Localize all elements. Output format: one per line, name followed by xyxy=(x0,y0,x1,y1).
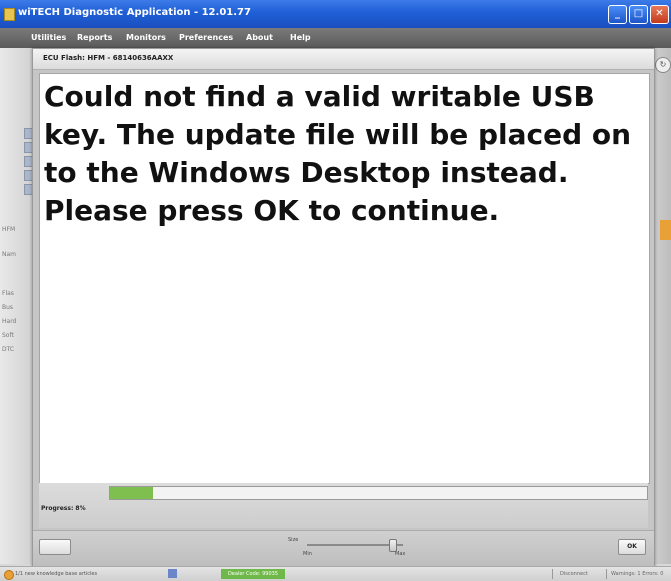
menu-bar: Utilities Reports Monitors Preferences A… xyxy=(0,28,671,48)
progress-fill xyxy=(110,487,153,499)
progress-area: Progress: 8% xyxy=(39,483,648,528)
window-title: wiTECH Diagnostic Application - 12.01.77 xyxy=(18,7,251,18)
menu-help[interactable]: Help xyxy=(290,33,311,42)
knowledge-base-icon xyxy=(4,570,14,580)
maximize-button[interactable]: □ xyxy=(629,5,648,24)
menu-preferences[interactable]: Preferences xyxy=(179,33,233,42)
minimize-button[interactable]: _ xyxy=(608,5,627,24)
progress-bar xyxy=(109,486,648,500)
status-divider xyxy=(606,569,607,579)
status-divider xyxy=(552,569,553,579)
status-indicator xyxy=(660,220,671,240)
bg-label: HFM xyxy=(2,226,16,233)
refresh-icon[interactable]: ↻ xyxy=(655,57,671,73)
menu-utilities[interactable]: Utilities xyxy=(31,33,66,42)
bg-label: Bus xyxy=(2,304,14,311)
dialog-title: ECU Flash: HFM - 68140636AAXX xyxy=(43,54,174,62)
bg-label: Nam xyxy=(2,251,17,258)
app-icon xyxy=(4,8,15,21)
warnings-status: Warnings: 1 Errors: 0 xyxy=(611,571,664,577)
bg-label: Flas xyxy=(2,290,14,297)
ok-button[interactable]: OK xyxy=(618,539,646,555)
window-controls: _ □ ✕ xyxy=(608,5,669,24)
bg-label: Hard xyxy=(2,318,17,325)
size-max-label: Max xyxy=(395,551,406,557)
menu-about[interactable]: About xyxy=(246,33,273,42)
network-icon xyxy=(168,569,177,578)
dialog-footer: Size Min Max OK xyxy=(33,530,654,568)
size-min-label: Min xyxy=(303,551,312,557)
menu-monitors[interactable]: Monitors xyxy=(126,33,166,42)
knowledge-base-link[interactable]: 1/1 new knowledge base articles xyxy=(15,571,97,577)
disconnect-link[interactable]: Disconnect xyxy=(560,571,588,577)
status-bar: 1/1 new knowledge base articles Dealer C… xyxy=(0,566,671,581)
menu-reports[interactable]: Reports xyxy=(77,33,112,42)
dealer-code-badge: Dealer Code: 99035 xyxy=(221,569,285,579)
bg-label: DTC xyxy=(2,346,15,353)
progress-label: Progress: 8% xyxy=(41,505,86,512)
bg-label: Soft xyxy=(2,332,14,339)
secondary-button[interactable] xyxy=(39,539,71,555)
window-titlebar: wiTECH Diagnostic Application - 12.01.77… xyxy=(0,0,671,28)
size-label: Size xyxy=(288,537,299,543)
dialog-titlebar: ECU Flash: HFM - 68140636AAXX xyxy=(33,49,654,70)
ecu-flash-dialog: ECU Flash: HFM - 68140636AAXX Could not … xyxy=(32,48,655,568)
message-panel: Could not find a valid writable USB key.… xyxy=(39,73,650,484)
message-text: Could not find a valid writable USB key.… xyxy=(44,80,632,227)
close-button[interactable]: ✕ xyxy=(650,5,669,24)
